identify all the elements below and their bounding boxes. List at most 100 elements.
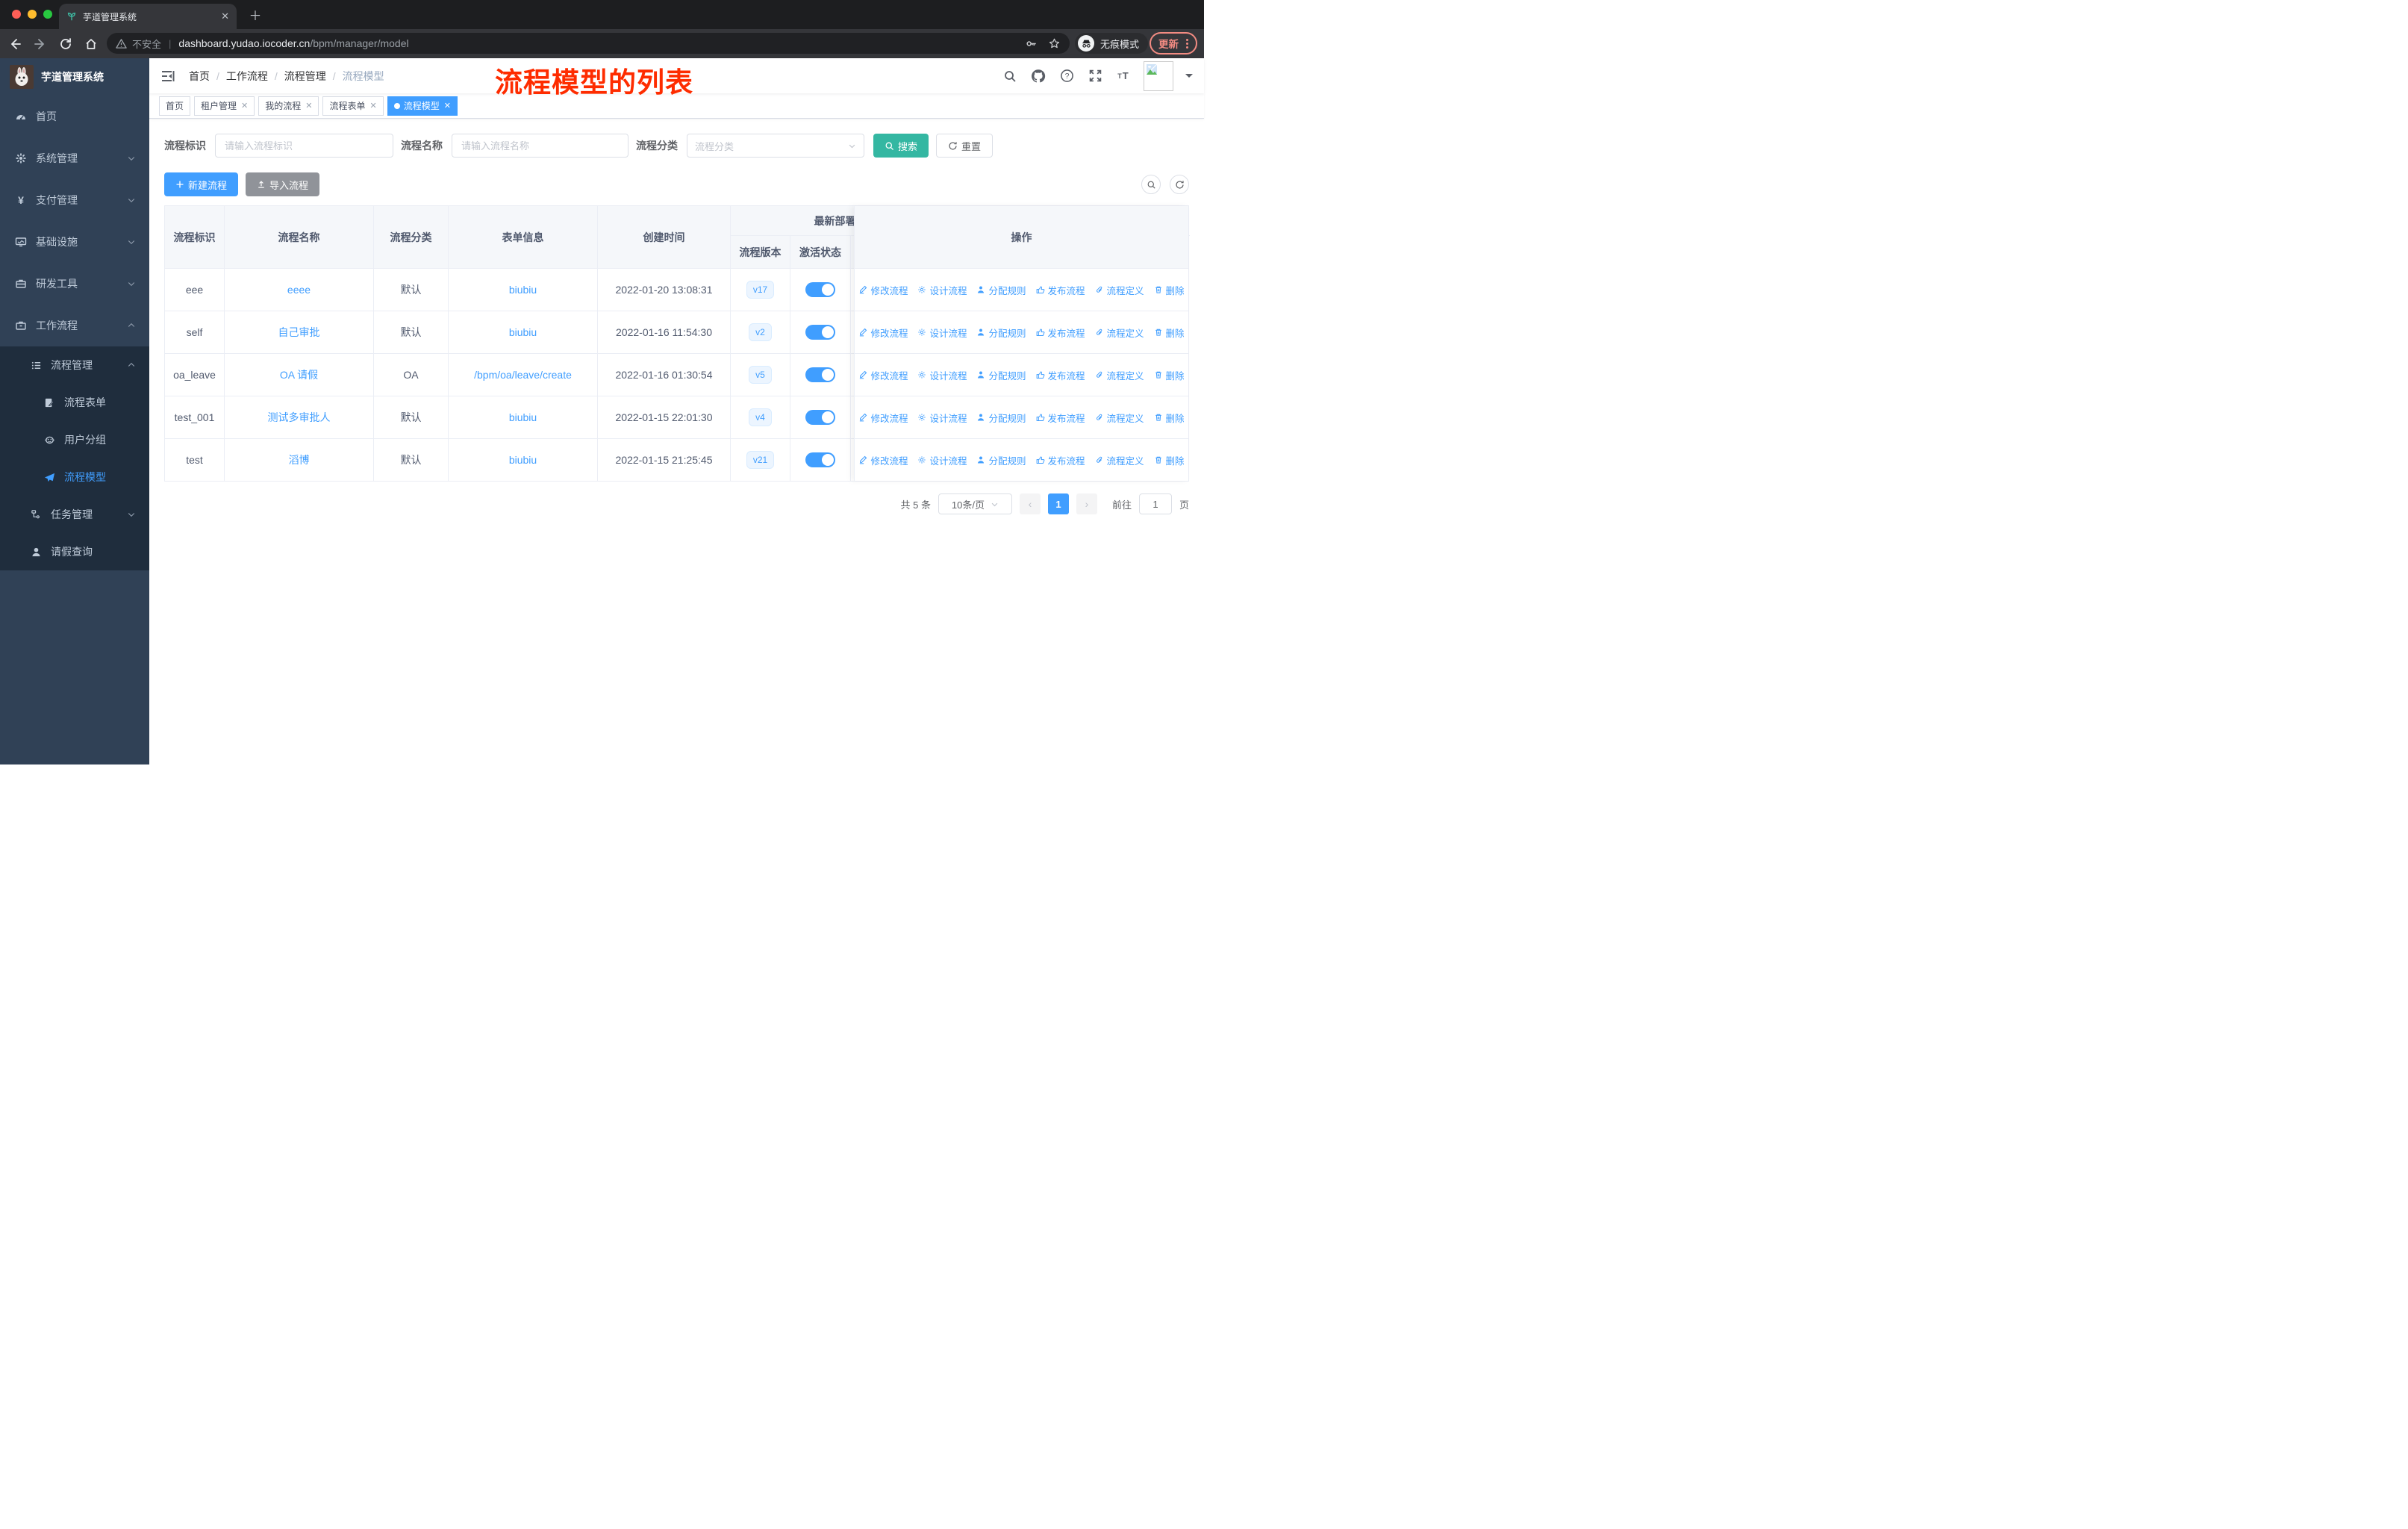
edit-process-link[interactable]: 修改流程 bbox=[858, 326, 908, 340]
delete-link[interactable]: 删除 bbox=[1154, 368, 1185, 382]
model-name-input[interactable] bbox=[452, 134, 628, 158]
deploy-process-link[interactable]: 发布流程 bbox=[1036, 411, 1085, 425]
fullscreen-icon[interactable] bbox=[1087, 68, 1103, 84]
form-info-link[interactable]: /bpm/oa/leave/create bbox=[474, 369, 572, 381]
browser-menu-icon[interactable] bbox=[1186, 38, 1188, 49]
process-definition-link[interactable]: 流程定义 bbox=[1095, 368, 1144, 382]
url-bar[interactable]: 不安全 | dashboard.yudao.iocoder.cn/bpm/man… bbox=[107, 33, 1070, 54]
design-process-link[interactable]: 设计流程 bbox=[917, 453, 967, 467]
update-label[interactable]: 更新 bbox=[1158, 36, 1179, 51]
avatar[interactable] bbox=[1144, 60, 1173, 91]
forward-icon[interactable] bbox=[30, 34, 51, 55]
font-size-icon[interactable]: TT bbox=[1115, 68, 1132, 84]
github-icon[interactable] bbox=[1030, 68, 1047, 84]
delete-link[interactable]: 删除 bbox=[1154, 283, 1185, 297]
sidebar-item-workflow[interactable]: 工作流程 bbox=[0, 305, 149, 346]
browser-tab[interactable]: 芋道管理系统 ✕ bbox=[59, 4, 237, 29]
design-process-link[interactable]: 设计流程 bbox=[917, 283, 967, 297]
active-status-toggle[interactable] bbox=[805, 282, 835, 297]
next-page-button[interactable]: › bbox=[1076, 493, 1097, 514]
assign-rule-link[interactable]: 分配规则 bbox=[976, 283, 1026, 297]
sidebar-item-process-management[interactable]: 流程管理 bbox=[0, 346, 149, 384]
deploy-process-link[interactable]: 发布流程 bbox=[1036, 326, 1085, 340]
browser-update-button[interactable]: 更新 bbox=[1150, 32, 1197, 55]
sidebar-collapse-icon[interactable] bbox=[160, 68, 177, 84]
tag-tenant[interactable]: 租户管理 ✕ bbox=[194, 96, 255, 116]
assign-rule-link[interactable]: 分配规则 bbox=[976, 368, 1026, 382]
tag-process-form[interactable]: 流程表单 ✕ bbox=[322, 96, 384, 116]
active-status-toggle[interactable] bbox=[805, 367, 835, 382]
breadcrumb-home[interactable]: 首页 bbox=[189, 69, 210, 84]
process-definition-link[interactable]: 流程定义 bbox=[1095, 326, 1144, 340]
bookmark-star-icon[interactable] bbox=[1048, 37, 1061, 50]
show-search-toggle-button[interactable] bbox=[1141, 175, 1161, 194]
design-process-link[interactable]: 设计流程 bbox=[917, 326, 967, 340]
edit-process-link[interactable]: 修改流程 bbox=[858, 453, 908, 467]
edit-process-link[interactable]: 修改流程 bbox=[858, 283, 908, 297]
form-info-link[interactable]: biubiu bbox=[509, 454, 537, 466]
process-definition-link[interactable]: 流程定义 bbox=[1095, 453, 1144, 467]
design-process-link[interactable]: 设计流程 bbox=[917, 411, 967, 425]
model-name-link[interactable]: 测试多审批人 bbox=[268, 410, 331, 425]
sidebar-item-home[interactable]: 首页 bbox=[0, 96, 149, 137]
breadcrumb-process-management[interactable]: 流程管理 bbox=[284, 69, 326, 84]
process-definition-link[interactable]: 流程定义 bbox=[1095, 411, 1144, 425]
minimize-window-button[interactable] bbox=[28, 10, 37, 19]
deploy-process-link[interactable]: 发布流程 bbox=[1036, 453, 1085, 467]
form-info-link[interactable]: biubiu bbox=[509, 411, 537, 423]
tag-home[interactable]: 首页 bbox=[159, 96, 191, 116]
close-icon[interactable]: ✕ bbox=[241, 101, 248, 110]
active-status-toggle[interactable] bbox=[805, 410, 835, 425]
sidebar-item-devtools[interactable]: 研发工具 bbox=[0, 263, 149, 305]
reload-icon[interactable] bbox=[55, 34, 76, 55]
new-tab-button[interactable]: ＋ bbox=[246, 7, 264, 25]
form-info-link[interactable]: biubiu bbox=[509, 284, 537, 296]
page-size-select[interactable]: 10条/页 bbox=[938, 493, 1012, 514]
deploy-process-link[interactable]: 发布流程 bbox=[1036, 283, 1085, 297]
delete-link[interactable]: 删除 bbox=[1154, 453, 1185, 467]
edit-process-link[interactable]: 修改流程 bbox=[858, 411, 908, 425]
prev-page-button[interactable]: ‹ bbox=[1019, 493, 1041, 514]
home-icon[interactable] bbox=[81, 34, 102, 55]
model-name-link[interactable]: 自己审批 bbox=[278, 325, 320, 340]
header-search-icon[interactable] bbox=[1002, 68, 1018, 84]
window-controls[interactable] bbox=[12, 10, 52, 19]
sidebar-item-payment[interactable]: ¥ 支付管理 bbox=[0, 179, 149, 221]
search-button[interactable]: 搜索 bbox=[873, 134, 929, 158]
assign-rule-link[interactable]: 分配规则 bbox=[976, 411, 1026, 425]
current-page-button[interactable]: 1 bbox=[1047, 493, 1069, 514]
security-label[interactable]: 不安全 bbox=[132, 37, 161, 51]
close-window-button[interactable] bbox=[12, 10, 21, 19]
sidebar-item-system[interactable]: 系统管理 bbox=[0, 137, 149, 179]
sidebar-item-process-form[interactable]: 流程表单 bbox=[0, 384, 149, 421]
tab-close-icon[interactable]: ✕ bbox=[221, 10, 229, 22]
breadcrumb-workflow[interactable]: 工作流程 bbox=[226, 69, 268, 84]
edit-process-link[interactable]: 修改流程 bbox=[858, 368, 908, 382]
sidebar-item-user-group[interactable]: 用户分组 bbox=[0, 421, 149, 458]
zoom-window-button[interactable] bbox=[43, 10, 52, 19]
sidebar-item-process-model[interactable]: 流程模型 bbox=[0, 458, 149, 496]
avatar-caret-icon[interactable] bbox=[1185, 74, 1193, 81]
tag-my-process[interactable]: 我的流程 ✕ bbox=[258, 96, 319, 116]
active-status-toggle[interactable] bbox=[805, 452, 835, 467]
help-icon[interactable]: ? bbox=[1058, 68, 1075, 84]
tag-process-model[interactable]: 流程模型 ✕ bbox=[387, 96, 458, 116]
sidebar-item-infrastructure[interactable]: 基础设施 bbox=[0, 221, 149, 263]
process-definition-link[interactable]: 流程定义 bbox=[1095, 283, 1144, 297]
model-name-link[interactable]: 滔博 bbox=[289, 452, 310, 467]
key-icon[interactable] bbox=[1025, 37, 1038, 50]
close-icon[interactable]: ✕ bbox=[305, 101, 312, 110]
back-icon[interactable] bbox=[4, 34, 25, 55]
category-select[interactable]: 流程分类 bbox=[687, 134, 864, 158]
goto-page-input[interactable] bbox=[1138, 493, 1172, 514]
model-key-input[interactable] bbox=[215, 134, 393, 158]
close-icon[interactable]: ✕ bbox=[370, 101, 377, 110]
deploy-process-link[interactable]: 发布流程 bbox=[1036, 368, 1085, 382]
refresh-table-button[interactable] bbox=[1170, 175, 1189, 194]
create-process-button[interactable]: 新建流程 bbox=[164, 172, 239, 196]
design-process-link[interactable]: 设计流程 bbox=[917, 368, 967, 382]
reset-button[interactable]: 重置 bbox=[936, 134, 994, 158]
sidebar-item-task-management[interactable]: 任务管理 bbox=[0, 496, 149, 533]
form-info-link[interactable]: biubiu bbox=[509, 326, 537, 338]
model-name-link[interactable]: OA 请假 bbox=[280, 367, 318, 382]
